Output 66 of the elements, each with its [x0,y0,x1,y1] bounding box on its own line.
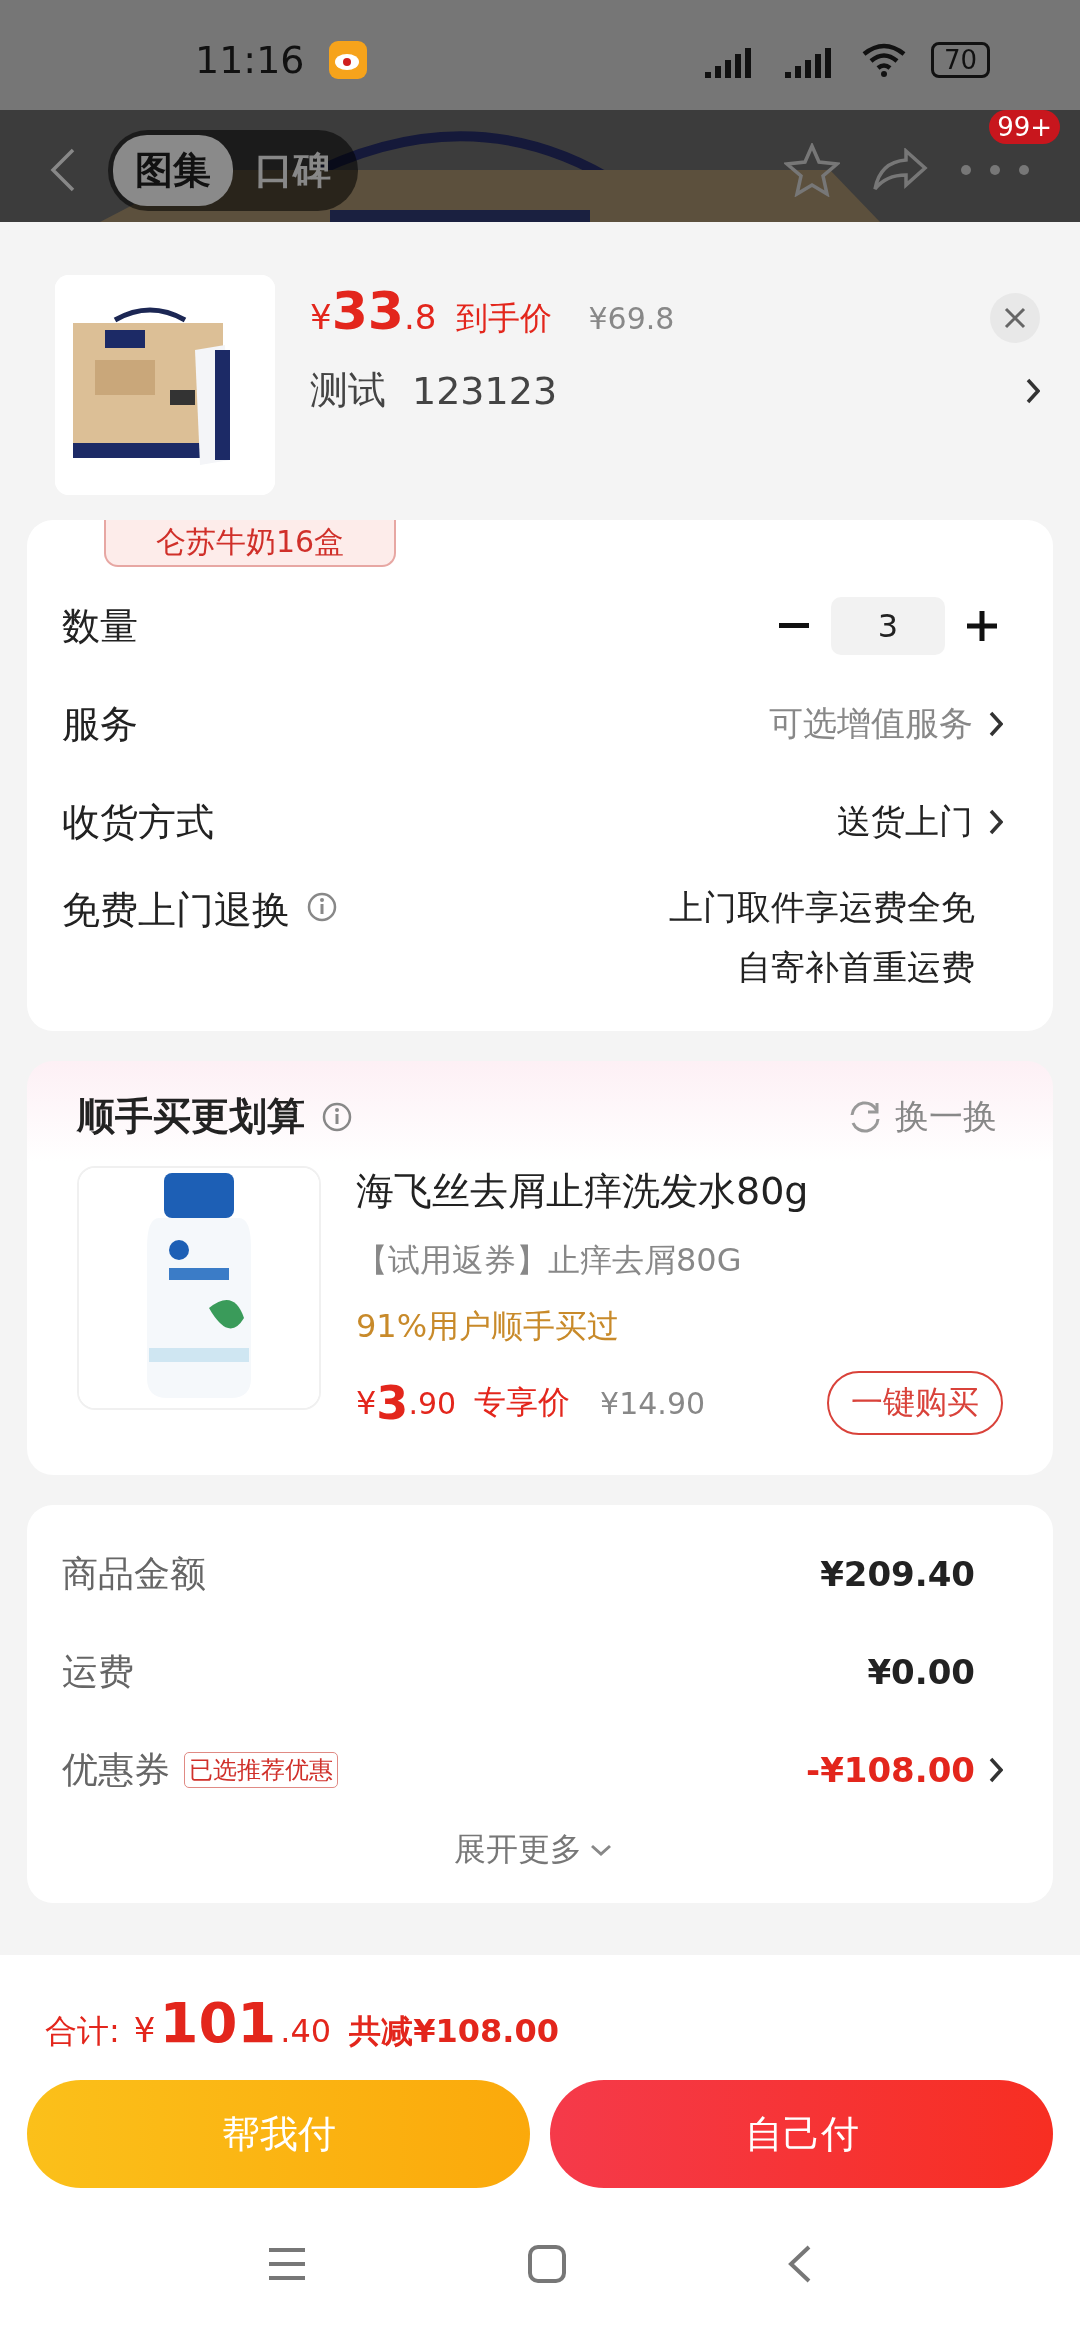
more-icon[interactable] [960,164,1030,176]
total-integer: 101 [159,1990,277,2055]
summary-label: 运费 [62,1649,134,1694]
app-notification-icon [328,41,367,79]
info-icon[interactable] [321,1100,353,1133]
section-title: 顺手买更划算 [77,1093,305,1140]
price-currency: ¥ [310,297,332,337]
option-label: 服务 [62,700,138,748]
price-label: 到手价 [456,298,553,339]
star-icon[interactable] [784,143,840,197]
price-decimal: .8 [404,297,437,337]
option-note: 上门取件享运费全免 [669,886,975,929]
variant-chip[interactable]: 仑苏牛奶16盒 [104,520,397,567]
buy-button[interactable]: 一键购买 [827,1371,1003,1435]
minus-icon [779,623,809,629]
chevron-down-icon [589,1844,612,1856]
summary-label: 优惠券 [62,1747,170,1792]
price-decimal: .90 [408,1385,457,1421]
price-currency: ¥ [356,1384,377,1422]
addon-subtitle: 【试用返券】止痒去屑80G [356,1240,743,1281]
summary-value: -¥108.00 [806,1750,975,1790]
wifi-icon [860,42,907,78]
coupon-tag: 已选推荐优惠 [184,1752,338,1788]
total-decimal: .40 [280,2012,332,2050]
chevron-right-icon [989,809,1003,835]
refresh-button[interactable]: 换一换 [841,1092,1003,1141]
summary-label: 商品金额 [62,1551,206,1596]
price-label: 专享价 [474,1382,571,1423]
back-icon[interactable] [50,148,76,192]
option-label: 免费上门退换 [62,887,290,934]
chevron-right-icon [989,1757,1003,1783]
addon-social-proof: 91%用户顺手买过 [356,1306,621,1347]
tab[interactable]: 口碑 [233,134,353,206]
back-icon[interactable] [787,2244,813,2284]
notification-badge: 99+ [989,110,1060,144]
total-label: 合计: [45,2011,120,2052]
price-integer: 33 [331,281,404,341]
option-value[interactable]: 送货上门 [837,799,973,845]
option-note: 自寄补首重运费 [737,946,975,989]
quantity-field[interactable]: 3 [831,597,945,655]
share-icon[interactable] [872,148,928,192]
option-label: 数量 [62,602,138,650]
original-price: ¥69.8 [588,301,675,336]
chevron-right-icon [1026,377,1040,404]
price-integer: 3 [376,1376,409,1430]
pay-button[interactable]: 自己付 [550,2080,1053,2188]
close-button[interactable] [990,293,1040,343]
original-price: ¥14.90 [600,1385,706,1421]
chevron-right-icon [989,711,1003,737]
battery-level: 70 [930,42,990,78]
plus-icon [967,611,997,641]
option-label: 收货方式 [62,798,214,846]
spec-name: 测试 [310,367,386,414]
summary-value: ¥0.00 [867,1652,975,1692]
option-value[interactable]: 可选增值服务 [769,701,973,747]
close-icon [1004,307,1026,329]
total-saved: 共减¥108.00 [349,2011,559,2052]
summary-value: ¥209.40 [820,1554,975,1594]
total-currency: ¥ [133,2010,156,2050]
addon-name: 海飞丝去屑止痒洗发水80g [356,1168,810,1215]
expand-more-button[interactable]: 展开更多 [447,1827,618,1873]
info-icon[interactable] [306,891,338,923]
menu-icon[interactable] [267,2246,307,2282]
status-time: 11:16 [195,38,305,82]
spec-value: 123123 [412,368,558,413]
home-icon[interactable] [527,2244,567,2284]
